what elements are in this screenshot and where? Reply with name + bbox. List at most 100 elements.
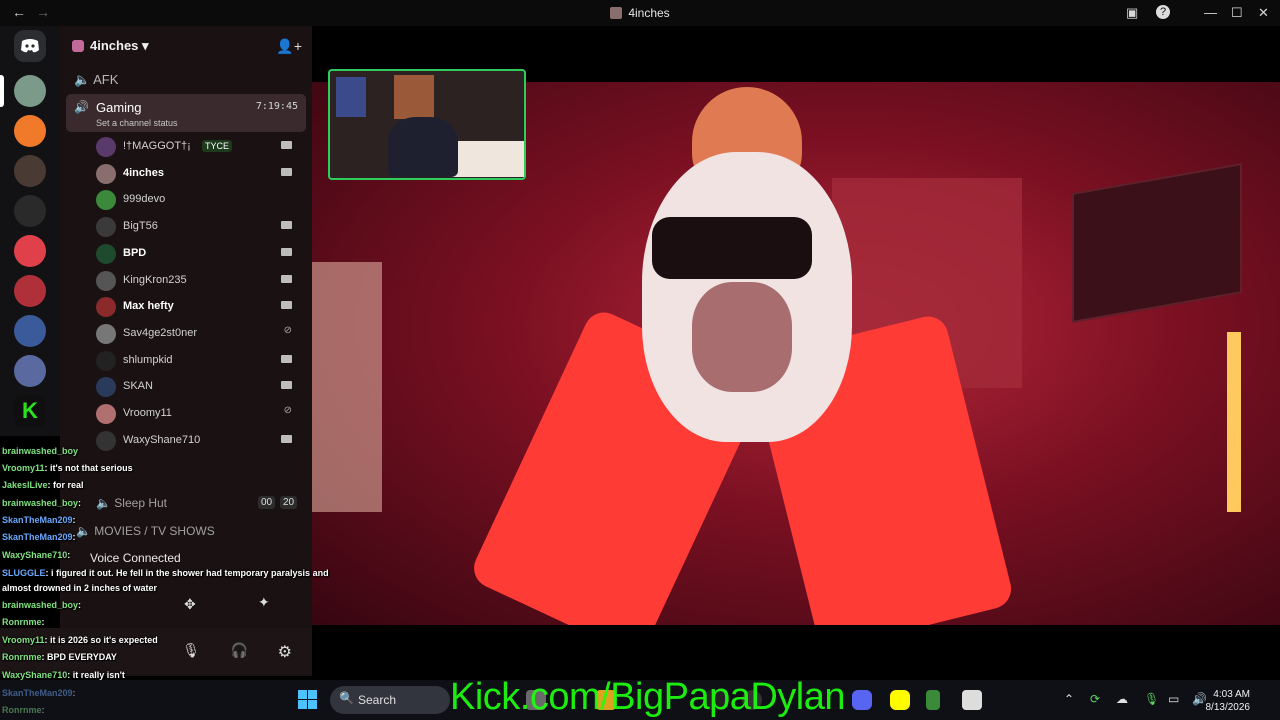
kick-server-icon[interactable]: K [14,395,46,427]
avatar [96,163,116,184]
windows-start-icon[interactable] [298,690,318,710]
user-limit-badge: 20 [280,496,298,509]
preview-background [450,141,524,177]
sync-icon[interactable]: ⟳ [1090,692,1100,706]
camera-icon [281,247,292,256]
member-row[interactable]: BigT56 [96,216,302,238]
network-icon[interactable]: ▭ [1168,692,1179,706]
member-row[interactable]: Max hefty [96,296,302,318]
member-row[interactable]: 999devo [96,189,302,211]
camera-off-icon: ⊘ [283,324,292,336]
channel-status-button[interactable]: Set a channel status [96,118,178,128]
video-background [1227,332,1241,512]
channel-afk[interactable]: 🔈 AFK [74,72,118,88]
server-icon[interactable] [14,115,46,147]
title-bar: ← → 4inches ▣ ? — ☐ ✕ [0,0,1280,26]
member-row[interactable]: Sav4ge2st0ner ⊘ [96,323,302,345]
taskbar-search[interactable]: 🔍 Search [330,686,450,714]
inbox-icon[interactable]: ▣ [1126,5,1138,21]
camera-icon [281,434,292,443]
mic-tray-icon[interactable]: 🎙 [1144,692,1159,706]
chat-text: : i figured it out. He fell in the showe… [45,568,329,578]
channel-gaming[interactable]: 🔊 Gaming 7:19:45 Set a channel status [66,94,306,132]
camera-off-icon: ⊘ [283,405,292,416]
member-row[interactable]: WaxyShane710 [96,430,302,452]
chevron-up-icon[interactable]: ⌃ [1064,692,1074,706]
chat-username: JakeslLive [2,480,48,490]
add-member-icon[interactable]: 👤+ [276,38,302,55]
self-video-preview[interactable] [328,69,526,180]
server-icon[interactable] [14,75,46,107]
clock[interactable]: 4:03 AM 8/13/2026 [1206,688,1251,714]
chat-username: WaxyShane710 [2,550,68,560]
server-avatar-icon [610,7,623,19]
channel-sleep-hut[interactable]: 🔈 Sleep Hut [96,496,167,510]
gear-icon[interactable]: ⚙ [278,642,292,662]
speaker-icon: 🔈 [74,72,91,87]
close-button[interactable]: ✕ [1258,5,1269,21]
member-name: Sav4ge2st0ner [123,326,197,339]
member-row[interactable]: shlumpkid [96,350,302,372]
voice-connected-status: Voice Connected [90,551,181,565]
chat-message: almost drowned in 2 inches of water [2,583,157,593]
help-icon[interactable]: ? [1156,5,1170,19]
chat-username: brainwashed_boy [2,600,79,610]
member-row[interactable]: Vroomy11 ⊘ [96,403,302,425]
clock-time: 4:03 AM [1213,689,1250,700]
speaker-icon: 🔈 [76,524,91,538]
member-name: BPD [123,246,147,259]
stream-url-overlay: Kick.com/BigPapaDylan [450,676,846,718]
member-row[interactable]: KingKron235 [96,270,302,292]
taskbar-app-icon[interactable] [962,690,982,710]
chat-message: SkanTheMan209: [2,532,76,542]
channel-gaming-label: Gaming [96,100,142,115]
discord-home-button[interactable] [14,30,46,62]
camera-icon [281,354,292,363]
minimize-button[interactable]: — [1204,5,1217,20]
video-subject [652,217,812,279]
avatar [96,217,116,238]
server-icon[interactable] [14,235,46,267]
chat-username: Vroomy11 [2,635,45,645]
preview-background [336,77,366,117]
member-row[interactable]: SKAN [96,376,302,398]
snapchat-icon[interactable] [890,690,910,710]
server-icon[interactable] [14,195,46,227]
channel-movies[interactable]: 🔈 MOVIES / TV SHOWS [76,524,215,538]
preview-subject [388,117,458,177]
member-name: BigT56 [123,220,158,233]
member-row[interactable]: BPD [96,243,302,265]
server-icon[interactable] [14,275,46,307]
avatar [96,377,116,398]
search-icon: 🔍 [339,691,354,705]
cloud-icon[interactable]: ☁ [1116,692,1128,706]
server-header[interactable]: 4inches ▾ [72,38,149,54]
avatar [96,270,116,291]
chat-message: WaxyShane710: [2,550,70,560]
server-icon[interactable] [14,315,46,347]
server-icon[interactable] [14,155,46,187]
chat-message: brainwashed_boy: [2,600,81,610]
server-icon[interactable] [14,355,46,387]
taskbar-app-icon[interactable] [926,690,940,710]
selected-server-indicator [0,75,4,107]
clock-date: 8/13/2026 [1205,702,1251,713]
member-name: SKAN [123,380,153,393]
maximize-button[interactable]: ☐ [1231,5,1243,21]
member-row[interactable]: !†MAGGOT†¡ TYCE [96,136,302,158]
activities-icon[interactable]: ✥ [184,596,196,613]
discord-taskbar-icon[interactable] [852,690,872,710]
preview-background [394,75,434,119]
microphone-icon[interactable]: 🎙 [182,642,200,659]
headphones-icon[interactable]: 🎧 [231,642,248,659]
soundboard-icon[interactable]: ✦ [258,594,270,611]
speaker-active-icon: 🔊 [74,100,89,114]
channel-sidebar: 4inches ▾ 👤+ 🔈 AFK 🔊 Gaming 7:19:45 Set … [60,26,312,676]
avatar [96,350,116,371]
video-subject [692,282,792,392]
member-row[interactable]: 4inches [96,163,302,185]
channel-timer: 7:19:45 [255,101,298,112]
video-background [312,262,382,512]
server-rail: K [0,26,60,436]
camera-icon [281,381,292,390]
